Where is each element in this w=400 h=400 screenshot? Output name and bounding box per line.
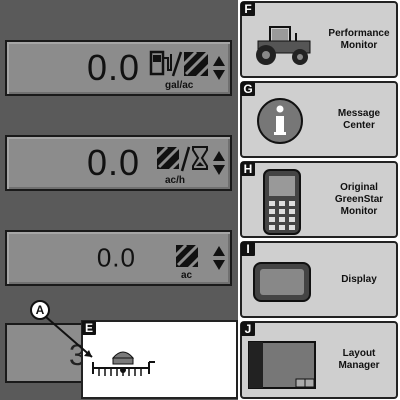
- softkey-label: Layout Manager: [338, 348, 380, 371]
- up-down-arrows-icon[interactable]: [212, 245, 226, 271]
- area-per-time-icon: [155, 145, 208, 173]
- work-rate-unit: ac/h: [165, 175, 186, 186]
- fuel-per-area-icon: [149, 50, 211, 78]
- softkey-message-center[interactable]: G Message Center: [240, 81, 398, 158]
- callout-a: A: [30, 300, 50, 320]
- softkey-display[interactable]: I Display: [240, 241, 398, 318]
- info-icon: [257, 98, 303, 144]
- softkey-label: Message Center: [337, 107, 381, 131]
- up-down-arrows-icon[interactable]: [212, 55, 226, 81]
- softkey-performance-monitor[interactable]: F Performance Monitor: [240, 1, 398, 78]
- tractor-icon: [256, 26, 311, 65]
- fuel-rate-unit: gal/ac: [165, 80, 194, 91]
- area-icon: [175, 244, 199, 268]
- callout-pointer: [45, 316, 93, 358]
- key-letter-j: J: [241, 322, 255, 336]
- up-down-arrows-icon[interactable]: [212, 150, 226, 176]
- key-letter-h: H: [241, 162, 255, 176]
- key-letter-i: I: [241, 242, 255, 256]
- softkey-label: Original GreenStar Monitor: [334, 181, 384, 217]
- handheld-monitor-icon: [263, 169, 301, 235]
- area-unit: ac: [181, 270, 193, 281]
- softkey-original-greenstar-monitor[interactable]: H Original GreenStar Monitor: [240, 161, 398, 238]
- softkey-label: Display: [341, 273, 377, 285]
- softkey-layout-manager[interactable]: J Layout Manager: [240, 321, 398, 399]
- key-letter-g: G: [241, 82, 255, 96]
- layout-icon: [248, 341, 316, 389]
- display-icon: [253, 262, 311, 302]
- softkey-label: Performance Monitor: [328, 27, 390, 51]
- key-letter-f: F: [241, 2, 255, 16]
